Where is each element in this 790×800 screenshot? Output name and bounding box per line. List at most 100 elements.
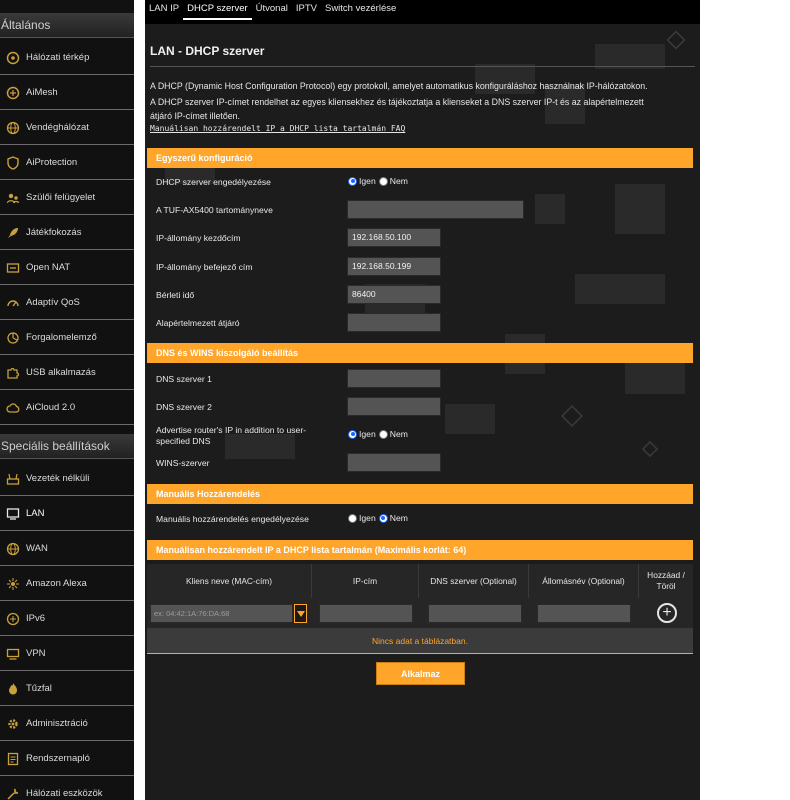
sidebar-item-label: Amazon Alexa bbox=[26, 578, 87, 589]
manual-assign-enable-label: Manuális hozzárendelés engedélyezése bbox=[156, 514, 309, 524]
sidebar-item-traffic-analyzer[interactable]: Forgalomelemző bbox=[0, 321, 134, 355]
section-header-manual: Manuális Hozzárendelés bbox=[147, 484, 693, 504]
lan-icon bbox=[3, 504, 23, 524]
ip-pool-end-input[interactable]: 192.168.50.199 bbox=[347, 257, 441, 276]
add-entry-button[interactable]: + bbox=[657, 603, 677, 623]
lease-time-input[interactable]: 86400 bbox=[347, 285, 441, 304]
sidebar-item-guest-network[interactable]: Vendéghálózat bbox=[0, 111, 134, 145]
page-description-line1: A DHCP (Dynamic Host Configuration Proto… bbox=[150, 81, 648, 91]
ip-address-input[interactable] bbox=[319, 604, 413, 623]
sidebar-item-lan[interactable]: LAN bbox=[0, 497, 134, 531]
radio-label-yes: Igen bbox=[359, 429, 376, 439]
sidebar-item-administration[interactable]: Adminisztráció bbox=[0, 707, 134, 741]
sidebar-item-network-tools[interactable]: Hálózati eszközök bbox=[0, 777, 134, 800]
page-title: LAN - DHCP szerver bbox=[150, 44, 265, 58]
sidebar-item-label: Open NAT bbox=[26, 262, 71, 273]
dns1-label: DNS szerver 1 bbox=[156, 374, 212, 384]
ip-pool-start-input[interactable]: 192.168.50.100 bbox=[347, 228, 441, 247]
sidebar: Általános Hálózati térkép AiMesh Vendégh… bbox=[0, 0, 134, 800]
col-client-name: Kliens neve (MAC-cím) bbox=[147, 564, 312, 598]
sidebar-item-ipv6[interactable]: IPv6 bbox=[0, 602, 134, 636]
open-nat-icon bbox=[3, 258, 23, 278]
manual-list-table-header: Kliens neve (MAC-cím) IP-cím DNS szerver… bbox=[147, 564, 693, 598]
vpn-icon bbox=[3, 644, 23, 664]
main-content: LAN - DHCP szerver A DHCP (Dynamic Host … bbox=[145, 24, 700, 800]
sidebar-section-advanced: Speciális beállítások bbox=[0, 434, 134, 459]
client-dropdown-button[interactable] bbox=[294, 604, 307, 623]
globe-icon bbox=[3, 118, 23, 138]
sidebar-item-label: VPN bbox=[26, 648, 46, 659]
col-dns-server: DNS szerver (Optional) bbox=[419, 564, 529, 598]
wins-server-input[interactable] bbox=[347, 453, 441, 472]
advertise-label-line1: Advertise router's IP in addition to use… bbox=[156, 425, 307, 435]
sidebar-item-label: Játékfokozás bbox=[26, 227, 82, 238]
wifi-icon bbox=[3, 469, 23, 489]
section-header-dns: DNS és WINS kiszolgáló beállítás bbox=[147, 343, 693, 363]
sidebar-item-parental-control[interactable]: Szülői felügyelet bbox=[0, 181, 134, 215]
sidebar-item-adaptive-qos[interactable]: Adaptív QoS bbox=[0, 286, 134, 320]
firewall-icon bbox=[3, 679, 23, 699]
manual-assign-no-radio[interactable] bbox=[378, 513, 388, 523]
advertise-yes-radio[interactable] bbox=[348, 429, 357, 439]
puzzle-icon bbox=[3, 363, 23, 383]
rocket-icon bbox=[3, 223, 23, 243]
advertise-no-radio[interactable] bbox=[378, 429, 388, 439]
col-delete-label: Töröl bbox=[656, 581, 676, 591]
apply-button[interactable]: Alkalmaz bbox=[376, 662, 465, 685]
sidebar-item-network-map[interactable]: Hálózati térkép bbox=[0, 41, 134, 75]
sidebar-item-label: Adminisztráció bbox=[26, 718, 88, 729]
tab-lan-ip[interactable]: LAN IP bbox=[145, 0, 183, 20]
hostname-input[interactable] bbox=[537, 604, 631, 623]
sidebar-item-label: AiCloud 2.0 bbox=[26, 402, 76, 413]
sidebar-item-open-nat[interactable]: Open NAT bbox=[0, 251, 134, 285]
chevron-down-icon bbox=[296, 609, 305, 619]
dhcp-enable-no-radio[interactable] bbox=[378, 176, 388, 186]
ip-pool-end-label: IP-állomány befejező cím bbox=[156, 262, 253, 272]
sidebar-item-label: AiProtection bbox=[26, 157, 78, 168]
manual-assign-radio-group: Igen Nem bbox=[348, 513, 411, 523]
radio-label-yes: Igen bbox=[359, 513, 376, 523]
traffic-analyzer-icon bbox=[3, 328, 23, 348]
sidebar-item-system-log[interactable]: Rendszernapló bbox=[0, 742, 134, 776]
sidebar-item-label: Vezeték nélküli bbox=[26, 473, 90, 484]
domain-name-input[interactable] bbox=[347, 200, 524, 219]
default-gateway-input[interactable] bbox=[347, 313, 441, 332]
col-hostname: Állomásnév (Optional) bbox=[529, 564, 639, 598]
dhcp-enable-yes-radio[interactable] bbox=[348, 176, 357, 186]
tab-switch-control[interactable]: Switch vezérlése bbox=[321, 0, 400, 20]
section-header-basic: Egyszerű konfiguráció bbox=[147, 148, 693, 168]
faq-link[interactable]: Manuálisan hozzárendelt IP a DHCP lista … bbox=[150, 124, 405, 133]
sidebar-item-game-boost[interactable]: Játékfokozás bbox=[0, 216, 134, 250]
col-add-delete: Hozzáad / Töröl bbox=[639, 564, 693, 598]
sidebar-item-aicloud[interactable]: AiCloud 2.0 bbox=[0, 391, 134, 425]
tab-dhcp-server[interactable]: DHCP szerver bbox=[183, 0, 252, 20]
sidebar-item-wan[interactable]: WAN bbox=[0, 532, 134, 566]
sidebar-item-amazon-alexa[interactable]: Amazon Alexa bbox=[0, 567, 134, 601]
dns-server-input[interactable] bbox=[428, 604, 522, 623]
sidebar-item-wireless[interactable]: Vezeték nélküli bbox=[0, 462, 134, 496]
sidebar-item-usb-application[interactable]: USB alkalmazás bbox=[0, 356, 134, 390]
sidebar-item-firewall[interactable]: Tűzfal bbox=[0, 672, 134, 706]
sidebar-item-vpn[interactable]: VPN bbox=[0, 637, 134, 671]
sidebar-section-general: Általános bbox=[0, 13, 134, 38]
sidebar-item-label: WAN bbox=[26, 543, 48, 554]
alexa-icon bbox=[3, 574, 23, 594]
sidebar-item-label: Tűzfal bbox=[26, 683, 52, 694]
tab-iptv[interactable]: IPTV bbox=[292, 0, 321, 20]
client-mac-input[interactable]: ex: 04:42:1A:76:DA:68 bbox=[150, 604, 293, 623]
section-header-manual-list: Manuálisan hozzárendelt IP a DHCP lista … bbox=[147, 540, 693, 560]
sidebar-item-aimesh[interactable]: AiMesh bbox=[0, 76, 134, 110]
sidebar-general-title: Általános bbox=[1, 18, 51, 32]
domain-name-label: A TUF-AX5400 tartománynevе bbox=[156, 205, 273, 215]
tab-route[interactable]: Útvonal bbox=[252, 0, 292, 20]
advertise-label-line2: specified DNS bbox=[156, 436, 211, 446]
sidebar-item-label: Rendszernapló bbox=[26, 753, 90, 764]
sidebar-item-label: Vendéghálózat bbox=[26, 122, 89, 133]
manual-assign-yes-radio[interactable] bbox=[348, 513, 357, 523]
gear-icon bbox=[3, 714, 23, 734]
sidebar-item-aiprotection[interactable]: AiProtection bbox=[0, 146, 134, 180]
dns1-input[interactable] bbox=[347, 369, 441, 388]
sidebar-item-label: Forgalomelemző bbox=[26, 332, 97, 343]
dns2-input[interactable] bbox=[347, 397, 441, 416]
dns2-label: DNS szerver 2 bbox=[156, 402, 212, 412]
